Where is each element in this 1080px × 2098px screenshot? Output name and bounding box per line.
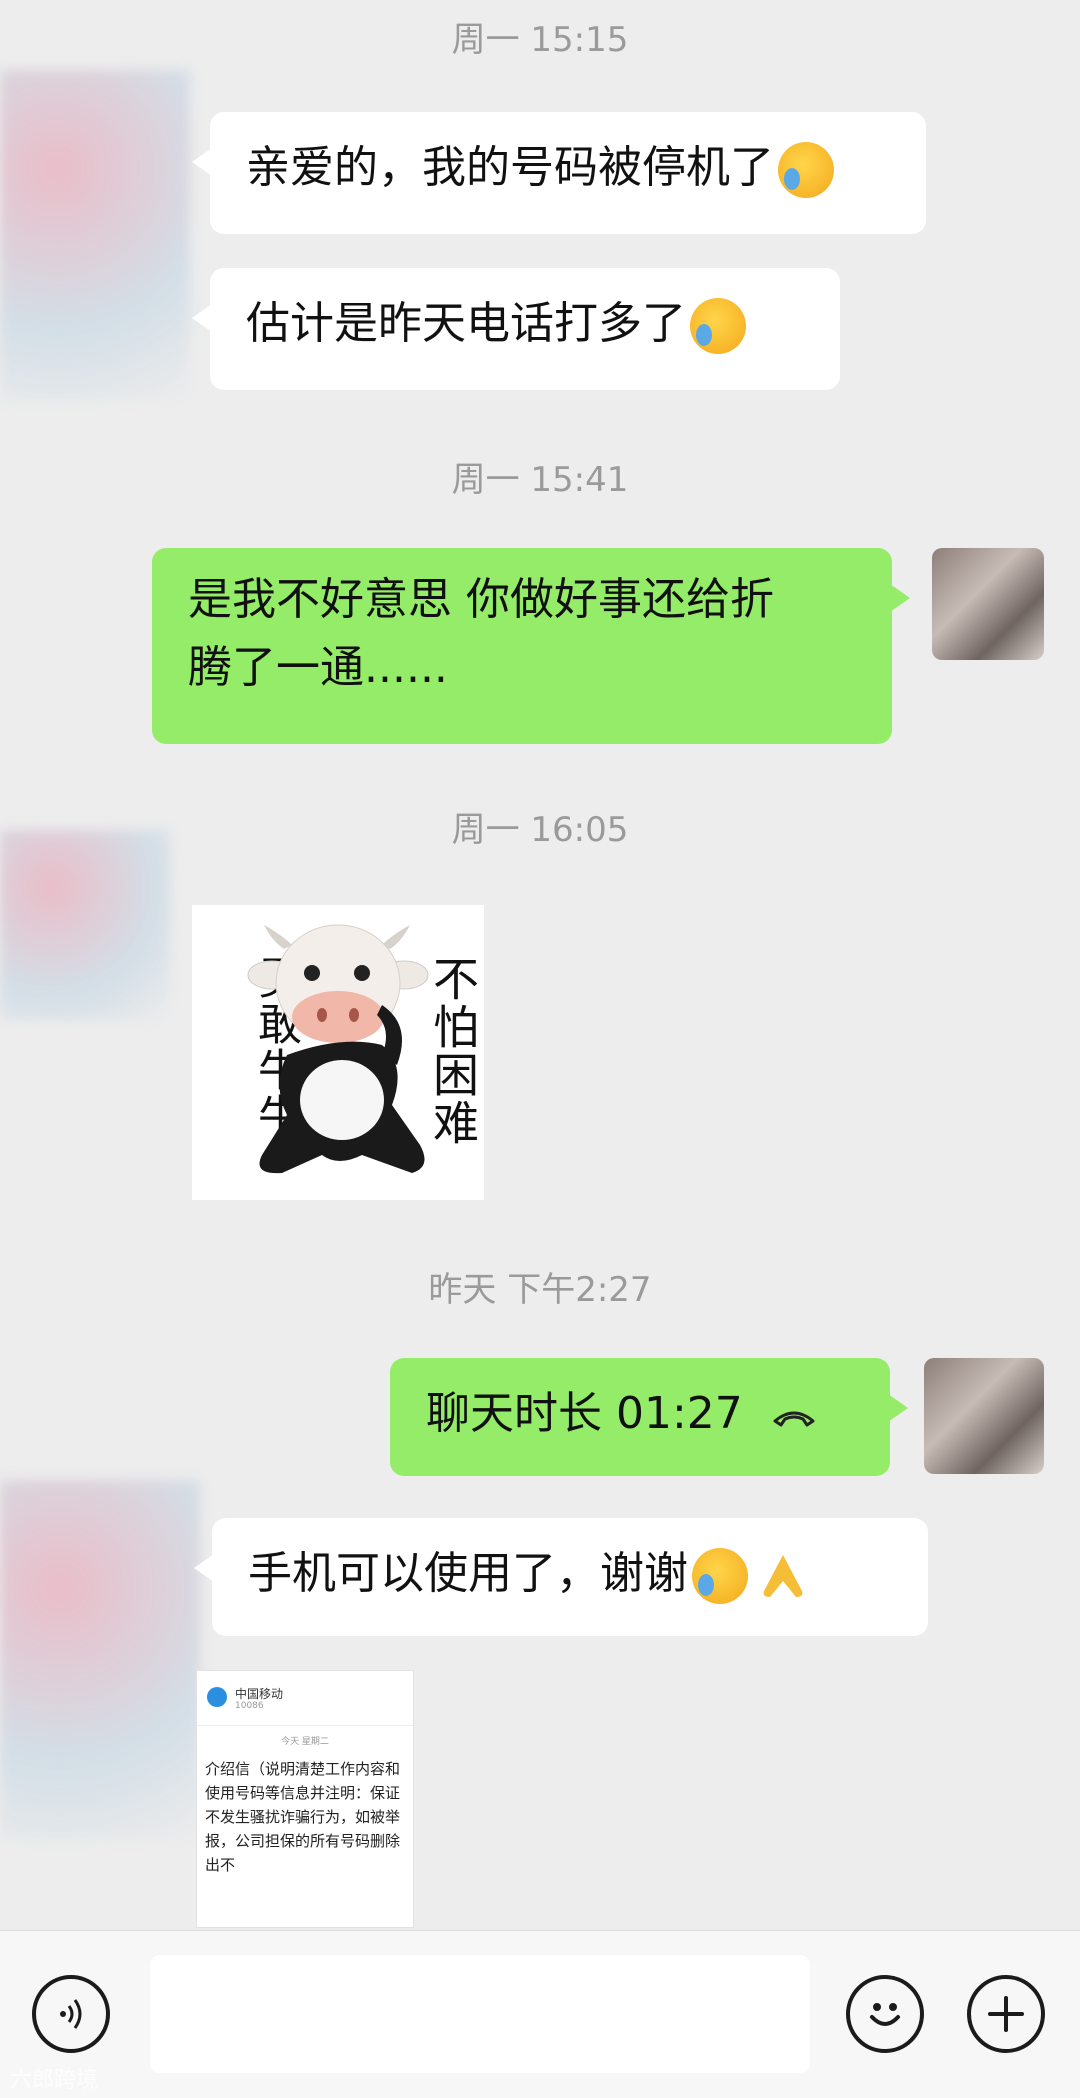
call-record-bubble[interactable]: 聊天时长 01:27: [390, 1358, 908, 1476]
call-duration-text: 聊天时长 01:27: [426, 1388, 743, 1439]
voice-button[interactable]: [32, 1975, 110, 2053]
sticker-image[interactable]: 勇敢牛牛 不怕困难: [192, 905, 484, 1200]
image-date-label: 今天 星期二: [281, 1737, 329, 1747]
timestamp: 昨天 下午2:27: [428, 1270, 652, 1310]
cow-icon: [247, 924, 429, 1174]
image-header: 中国移动 10086: [197, 1671, 413, 1726]
message-bubble-incoming[interactable]: 估计是昨天电话打多了: [192, 268, 840, 390]
image-header-name: 中国移动: [235, 1687, 284, 1701]
praying-hands-icon: [763, 1555, 803, 1597]
my-avatar[interactable]: [932, 548, 1044, 660]
message-text: 亲爱的，我的号码被停机了: [246, 142, 774, 193]
crying-laughing-emoji-icon: [690, 298, 746, 354]
plus-button[interactable]: [967, 1975, 1045, 2053]
contact-avatar[interactable]: [0, 1480, 200, 1840]
message-text: 手机可以使用了，谢谢: [248, 1548, 688, 1599]
message-text: 估计是昨天电话打多了: [246, 298, 686, 349]
message-bubble-outgoing[interactable]: 是我不好意思 你做好事还给折 腾了一通......: [152, 548, 910, 744]
message-text-line: 是我不好意思 你做好事还给折: [188, 574, 774, 625]
emoji-button[interactable]: [846, 1975, 924, 2053]
watermark-text: 六郎跨境: [10, 2068, 99, 2093]
contact-avatar[interactable]: [0, 70, 190, 400]
my-avatar[interactable]: [924, 1358, 1044, 1474]
timestamp: 周一 15:41: [451, 460, 629, 500]
voice-icon: [60, 1999, 82, 2029]
crying-laughing-emoji-icon: [692, 1548, 748, 1604]
message-input[interactable]: [150, 1955, 810, 2073]
screenshot-image-message[interactable]: 中国移动 10086 今天 星期二 介绍信（说明清楚工作内容和使用号码等信息并注…: [196, 1670, 414, 1928]
timestamp: 周一 15:15: [451, 20, 629, 60]
crying-laughing-emoji-icon: [778, 142, 834, 198]
emoji-icon: [870, 2003, 900, 2026]
message-bubble-incoming[interactable]: 手机可以使用了，谢谢: [194, 1518, 928, 1636]
plus-icon: [988, 1996, 1024, 2032]
message-text-line: 腾了一通......: [188, 642, 448, 693]
phone-hangup-icon: [773, 1411, 815, 1427]
image-body-text: 介绍信（说明清楚工作内容和使用号码等信息并注明：保证不发生骚扰诈骗行为，如被举报…: [205, 1760, 401, 1874]
image-header-sub: 10086: [235, 1701, 264, 1711]
china-mobile-logo-icon: [207, 1687, 227, 1707]
message-bubble-incoming[interactable]: 亲爱的，我的号码被停机了: [192, 112, 926, 234]
contact-avatar[interactable]: [0, 830, 170, 1020]
